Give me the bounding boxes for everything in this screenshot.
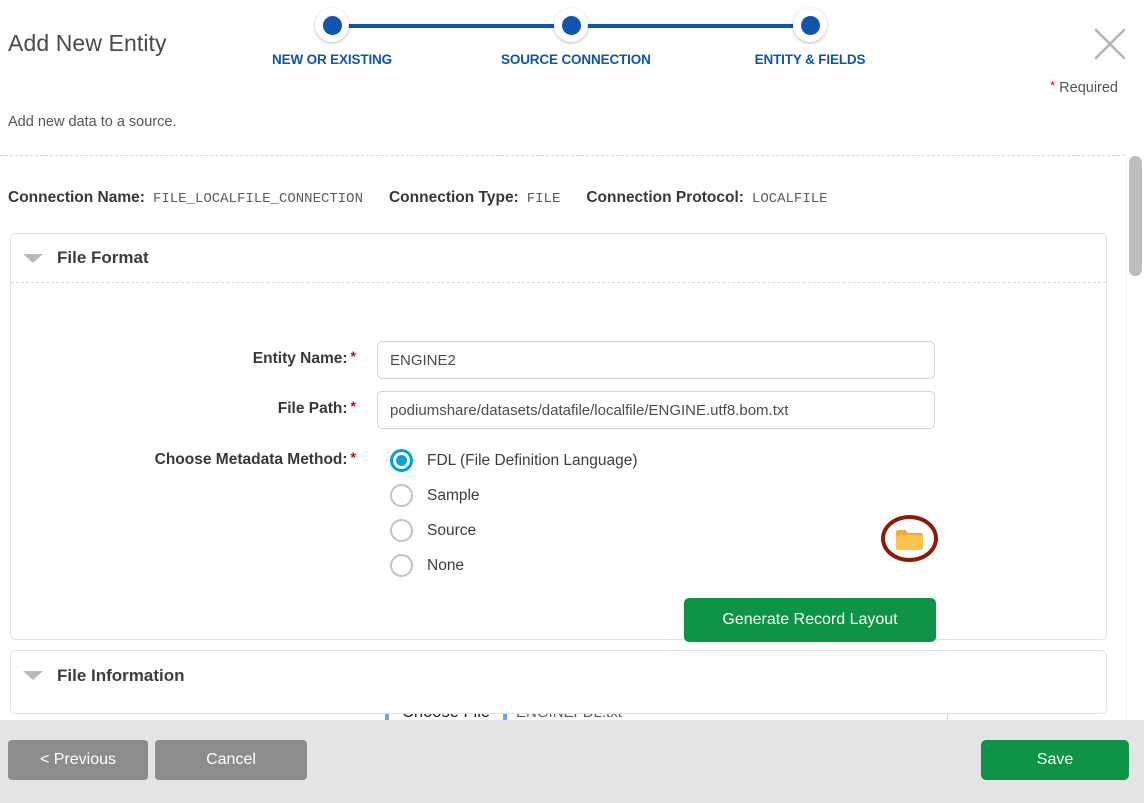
chevron-down-icon[interactable] <box>23 671 43 680</box>
required-legend: * Required <box>1050 78 1118 96</box>
metadata-method-label: Choose Metadata Method: * <box>154 449 356 468</box>
browse-file-path-button[interactable] <box>881 515 938 562</box>
wizard-stepper: NEW OR EXISTING SOURCE CONNECTION ENTITY… <box>268 8 888 88</box>
previous-button[interactable]: < Previous <box>8 740 148 780</box>
vertical-scrollbar-thumb[interactable] <box>1129 156 1142 276</box>
section-file-information-title: File Information <box>57 665 185 685</box>
entity-name-label: Entity Name: * <box>252 348 356 367</box>
radio-sample-indicator[interactable] <box>390 484 413 507</box>
save-button[interactable]: Save <box>981 740 1129 780</box>
section-file-format-header[interactable]: File Format <box>11 234 1106 283</box>
step-dot-2 <box>554 8 588 42</box>
radio-none-indicator[interactable] <box>390 554 413 577</box>
connection-protocol-label: Connection Protocol: <box>586 189 744 206</box>
section-file-information: File Information <box>10 650 1107 714</box>
radio-option-sample[interactable]: Sample <box>390 478 638 513</box>
stepper-step-source-connection[interactable]: SOURCE CONNECTION <box>501 8 651 67</box>
radio-fdl-indicator[interactable] <box>390 449 413 472</box>
file-format-form: Entity Name:* File Path:* Choose Metadat… <box>11 283 1106 720</box>
section-file-information-header[interactable]: File Information <box>11 651 1106 700</box>
connection-name-value: FILE_LOCALFILE_CONNECTION <box>152 191 363 207</box>
cancel-button[interactable]: Cancel <box>155 740 307 780</box>
step-dot-1 <box>315 8 349 42</box>
radio-none-label[interactable]: None <box>427 557 464 575</box>
entity-name-input[interactable] <box>377 341 935 379</box>
connection-name-label: Connection Name: <box>8 189 145 206</box>
step-label-2: SOURCE CONNECTION <box>501 52 651 67</box>
generate-record-layout-button[interactable]: Generate Record Layout <box>684 598 936 642</box>
connection-protocol-value: LOCALFILE <box>751 191 828 207</box>
step-label-3: ENTITY & FIELDS <box>754 52 866 67</box>
required-asterisk: * <box>1050 78 1056 93</box>
stepper-step-new-or-existing[interactable]: NEW OR EXISTING <box>262 8 402 67</box>
section-file-format-title: File Format <box>57 248 149 267</box>
stepper-step-entity-and-fields[interactable]: ENTITY & FIELDS <box>740 8 880 67</box>
radio-fdl-label[interactable]: FDL (File Definition Language) <box>427 452 638 470</box>
radio-source-label[interactable]: Source <box>427 522 476 540</box>
radio-source-indicator[interactable] <box>390 519 413 542</box>
dialog-body: Connection Name: FILE_LOCALFILE_CONNECTI… <box>0 156 1144 720</box>
radio-option-none[interactable]: None <box>390 548 638 583</box>
step-dot-3 <box>793 8 827 42</box>
chevron-down-icon[interactable] <box>23 253 43 263</box>
connection-type-value: FILE <box>526 191 561 207</box>
step-label-1: NEW OR EXISTING <box>271 52 392 67</box>
radio-option-source[interactable]: Source <box>390 513 638 548</box>
connection-type-label: Connection Type: <box>388 189 519 206</box>
connection-summary: Connection Name: FILE_LOCALFILE_CONNECTI… <box>8 189 854 207</box>
file-path-input[interactable] <box>377 391 935 429</box>
radio-sample-label[interactable]: Sample <box>427 487 480 505</box>
close-icon[interactable] <box>1086 20 1134 68</box>
required-legend-label: Required <box>1059 80 1118 96</box>
section-file-format: File Format Entity Name:* File Path:* Ch… <box>10 233 1107 720</box>
radio-option-fdl[interactable]: FDL (File Definition Language) <box>390 443 638 478</box>
file-path-label: File Path: * <box>277 398 356 417</box>
dialog-subtitle: Add new data to a source. <box>8 114 177 130</box>
page-title: Add New Entity <box>8 30 167 56</box>
folder-icon[interactable] <box>895 528 924 556</box>
metadata-method-radio-group: FDL (File Definition Language) Sample So… <box>390 443 638 583</box>
dialog-header: Add New Entity Add new data to a source.… <box>0 0 1144 150</box>
dialog-footer: < Previous Cancel Save <box>0 720 1144 803</box>
